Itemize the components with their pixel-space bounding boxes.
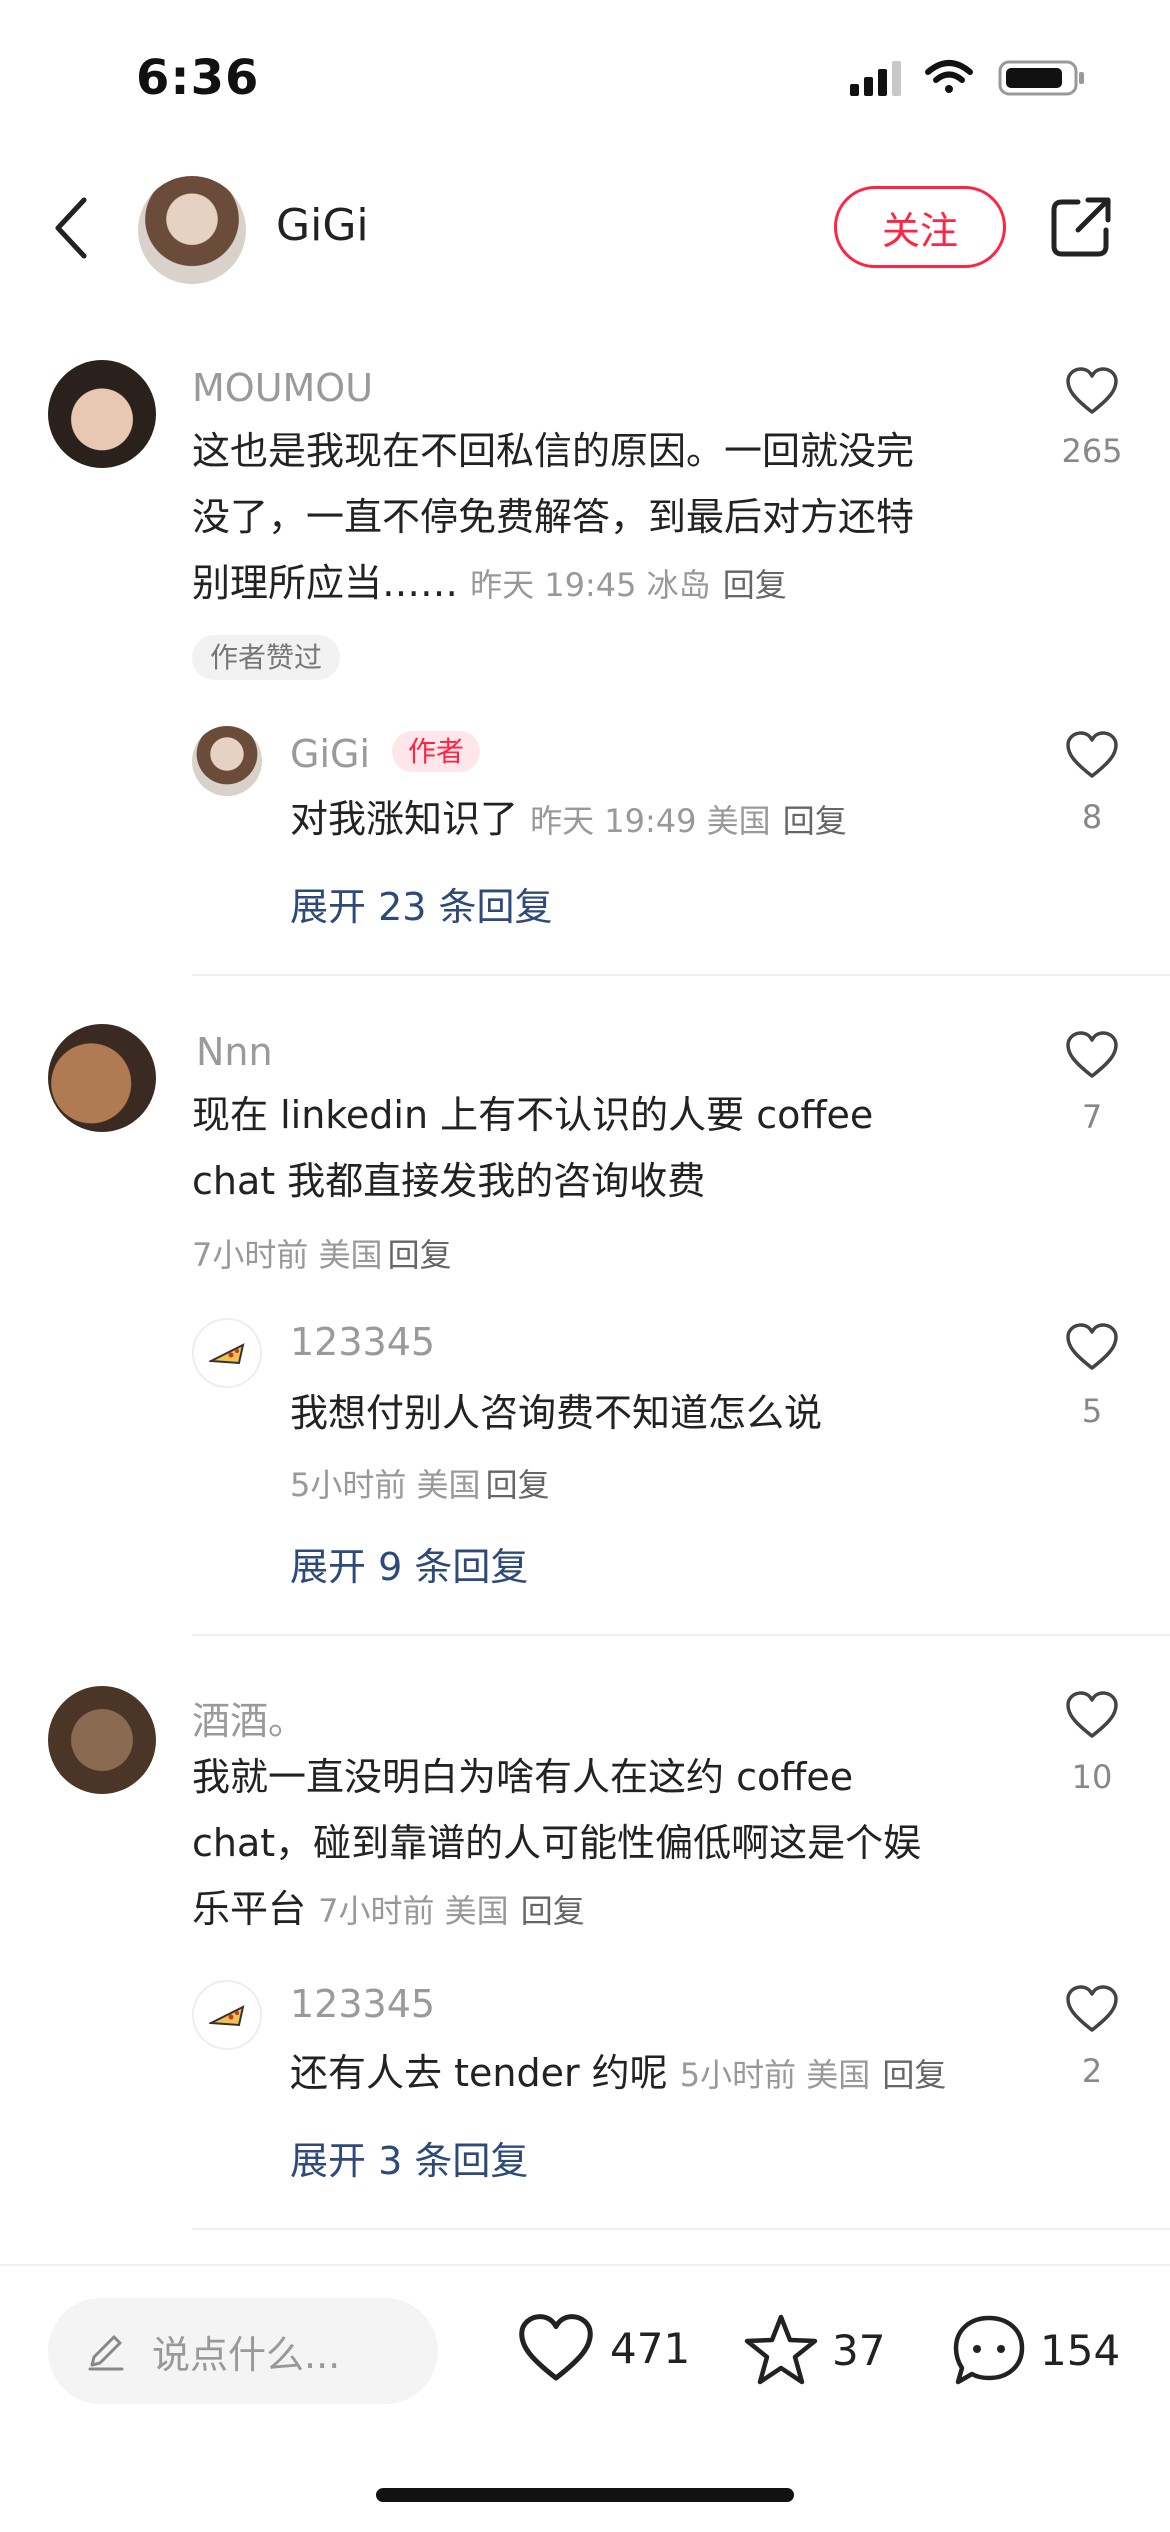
bottom-bar-divider: [0, 2264, 1170, 2266]
star-icon: [744, 2314, 818, 2385]
comment-input[interactable]: 说点什么...: [48, 2298, 438, 2404]
like-count: 8: [1081, 798, 1103, 836]
expand-replies-link[interactable]: 展开 23 条回复: [290, 876, 553, 931]
post-comment-button[interactable]: 154: [950, 2312, 1120, 2388]
back-button[interactable]: [52, 196, 92, 260]
reply-username[interactable]: GiGi: [290, 732, 370, 776]
like-button[interactable]: [1064, 366, 1120, 420]
comment-text: 这也是我现在不回私信的原因。一回就没完 没了，一直不停免费解答，到最后对方还特 …: [192, 429, 915, 605]
comment-meta: 7小时前 美国: [192, 1236, 383, 1274]
like-count: 2: [1081, 2052, 1103, 2090]
heart-icon: [1066, 1691, 1118, 1738]
like-count: 7: [1081, 1098, 1103, 1136]
reply-text: 还有人去 tender 约呢 5小时前 美国 回复: [290, 2051, 947, 2095]
author-tag: 作者: [392, 731, 481, 772]
reply-text: 对我涨知识了 昨天 19:49 美国 回复: [290, 797, 847, 841]
like-button[interactable]: [1064, 1984, 1120, 2038]
like-button[interactable]: [1064, 1690, 1120, 1744]
comment-meta: 7小时前 美国: [318, 1892, 509, 1930]
comment-bubble-icon: [953, 2315, 1025, 2385]
pencil-icon: [88, 2335, 124, 2371]
avatar[interactable]: [48, 1686, 156, 1794]
status-icons: [850, 58, 1100, 102]
heart-icon: [519, 2314, 593, 2381]
cellular-signal-icon: [850, 61, 901, 96]
status-time: 6:36: [136, 50, 260, 106]
like-count: 10: [1071, 1758, 1113, 1796]
like-button[interactable]: [1064, 1030, 1120, 1084]
reply-username[interactable]: 123345: [290, 1982, 435, 2026]
pizza-icon: [209, 2005, 245, 2027]
author-name[interactable]: GiGi: [276, 200, 369, 251]
divider: [192, 974, 1170, 976]
home-indicator: [376, 2488, 794, 2502]
reply-link[interactable]: 回复: [783, 802, 847, 840]
heart-icon: [1066, 1985, 1118, 2032]
expand-replies-link[interactable]: 展开 9 条回复: [290, 1536, 528, 1591]
divider: [192, 1634, 1170, 1636]
comment-username[interactable]: Nnn: [196, 1030, 273, 1074]
post-collect-count: 37: [832, 2325, 886, 2375]
battery-icon: [998, 60, 1084, 96]
reply-link[interactable]: 回复: [521, 1892, 585, 1930]
reply-username[interactable]: 123345: [290, 1320, 435, 1364]
post-like-button[interactable]: 471: [516, 2312, 690, 2384]
reply-link[interactable]: 回复: [723, 566, 787, 604]
avatar[interactable]: [192, 1980, 262, 2050]
avatar[interactable]: [48, 360, 156, 468]
heart-icon: [1066, 1031, 1118, 1078]
comment-text: 现在 linkedin 上有不认识的人要 coffee chat 我都直接发我的…: [192, 1093, 874, 1203]
avatar[interactable]: [192, 1318, 262, 1388]
share-button[interactable]: [1048, 194, 1114, 260]
reply-text: 我想付别人咨询费不知道怎么说: [290, 1391, 823, 1435]
comment-input-placeholder: 说点什么...: [152, 2332, 341, 2377]
post-like-count: 471: [610, 2323, 691, 2373]
author-avatar[interactable]: [138, 176, 246, 284]
like-count: 5: [1081, 1392, 1103, 1430]
comment-username[interactable]: MOUMOU: [192, 366, 373, 410]
follow-button[interactable]: 关注: [834, 186, 1006, 268]
comment-text: 我就一直没明白为啥有人在这约 coffee chat，碰到靠谱的人可能性偏低啊这…: [192, 1755, 922, 1931]
avatar[interactable]: [192, 726, 262, 796]
heart-icon: [1066, 367, 1118, 414]
heart-icon: [1066, 731, 1118, 778]
post-collect-button[interactable]: 37: [742, 2312, 885, 2388]
like-button[interactable]: [1064, 730, 1120, 784]
avatar[interactable]: [48, 1024, 156, 1132]
comment-username[interactable]: 酒酒。: [192, 1690, 306, 1745]
reply-link[interactable]: 回复: [882, 2056, 946, 2094]
chevron-left-icon: [55, 197, 87, 259]
share-icon: [1051, 197, 1111, 257]
post-comment-count: 154: [1040, 2325, 1121, 2375]
author-liked-badge: 作者赞过: [192, 635, 341, 680]
reply-meta: 昨天 19:49 美国: [530, 802, 771, 840]
reply-link[interactable]: 回复: [486, 1466, 550, 1504]
reply-meta: 5小时前 美国: [290, 1466, 481, 1504]
reply-meta: 5小时前 美国: [679, 2056, 871, 2094]
like-button[interactable]: [1064, 1322, 1120, 1376]
expand-replies-link[interactable]: 展开 3 条回复: [290, 2130, 528, 2185]
pizza-icon: [209, 1343, 245, 1365]
reply-link[interactable]: 回复: [388, 1236, 452, 1274]
heart-icon: [1066, 1323, 1118, 1370]
like-count: 265: [1061, 432, 1123, 470]
comment-meta: 昨天 19:45 冰岛: [470, 566, 711, 604]
wifi-icon: [925, 60, 973, 93]
divider: [192, 2228, 1170, 2230]
